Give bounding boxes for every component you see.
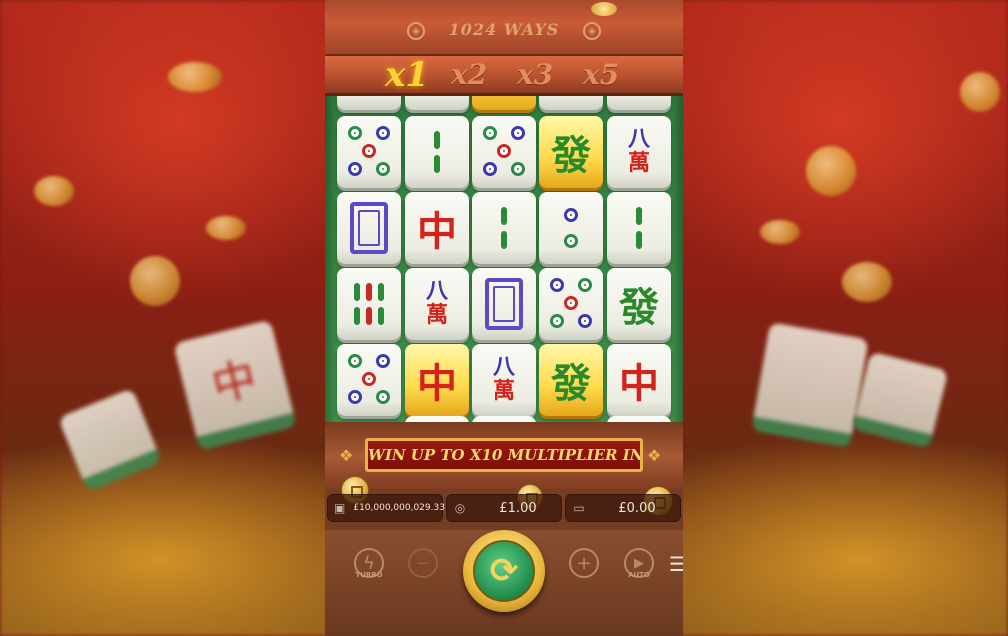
background-mahjong-tile — [751, 322, 869, 448]
win-value: £0.00 — [618, 500, 656, 516]
background-coin — [760, 220, 800, 244]
increase-bet-button[interactable]: + — [569, 548, 599, 578]
spin-button[interactable]: ⟳ — [463, 530, 545, 612]
info-row: ▣ £10,000,000,029.33 ◎ £1.00 ▭ £0.00 — [325, 494, 683, 522]
background-coin — [34, 176, 74, 206]
tile-zhong: 中 — [405, 192, 469, 264]
tile-sticks-2 — [607, 192, 671, 264]
balance-display: ▣ £10,000,000,029.33 — [327, 494, 445, 522]
plus-icon: + — [576, 552, 592, 574]
tile-fa-gold: 發 — [539, 344, 603, 416]
control-bar: ϟ TURBO − ⟳ + ▶ AUTO ☰ — [325, 530, 683, 636]
mahjong-tile — [539, 96, 603, 110]
tile-wan-8: 八萬 — [607, 116, 671, 188]
mahjong-tile — [337, 96, 401, 110]
ways-label: 1024 WAYS — [448, 20, 560, 39]
play-icon: ▶ — [634, 555, 644, 571]
background-coin — [960, 72, 1000, 112]
tile-sticks-2 — [405, 116, 469, 188]
win-icon: ▭ — [573, 501, 585, 515]
tile-white-dragon — [472, 268, 536, 340]
tile-dots-5 — [337, 116, 401, 188]
game-panel: ◈ 1024 WAYS ◈ x1 x2 x3 x5 發 八 萬 中 八 萬 發 … — [325, 0, 683, 636]
bet-display: ◎ £1.00 — [446, 494, 562, 522]
background-coin — [206, 216, 246, 240]
background-coin — [806, 146, 856, 196]
multiplier-x3: x3 — [517, 58, 554, 91]
bet-value: £1.00 — [499, 500, 537, 516]
tile-fa: 發 — [607, 268, 671, 340]
mahjong-tile — [405, 96, 469, 110]
background-coin — [130, 256, 180, 306]
multiplier-x1: x1 — [385, 55, 429, 95]
decor-coin — [591, 2, 617, 16]
ornament-icon: ◈ — [583, 22, 601, 40]
decrease-bet-button[interactable]: − — [408, 548, 438, 578]
turbo-label: TURBO — [355, 571, 383, 579]
mahjong-tile — [472, 96, 536, 110]
tile-dots-5 — [539, 268, 603, 340]
tile-wan-8: 八萬 — [472, 344, 536, 416]
multiplier-x2: x2 — [451, 58, 488, 91]
tile-sticks-2 — [472, 192, 536, 264]
tile-white-dragon — [337, 192, 401, 264]
tile-sticks-6 — [337, 268, 401, 340]
spin-arrows-icon: ⟳ — [473, 540, 535, 602]
background-coin — [842, 262, 892, 302]
tile-fa-gold: 發 — [539, 116, 603, 188]
minus-icon: − — [415, 552, 431, 574]
tile-dots-5 — [472, 116, 536, 188]
coins-icon: ◎ — [454, 501, 466, 515]
wallet-icon: ▣ — [334, 501, 346, 515]
tile-dots-5 — [337, 344, 401, 416]
banner-ornament-left: ❖ — [339, 446, 354, 465]
banner-ornament-right: ❖ — [647, 446, 662, 465]
tile-zhong: 中 — [607, 344, 671, 416]
multiplier-bar: x1 x2 x3 x5 — [325, 56, 683, 96]
tile-zhong-gold: 中 — [405, 344, 469, 416]
reel-grid: 發 八萬 中 八 萬 發 中 八 萬 發 中 — [325, 96, 683, 422]
tile-dots-2 — [539, 192, 603, 264]
header-bar: ◈ 1024 WAYS ◈ — [325, 0, 683, 56]
multiplier-x5: x5 — [583, 58, 620, 91]
balance-value: £10,000,000,029.33 — [353, 503, 445, 513]
background-coin — [168, 62, 222, 92]
promo-banner: WIN UP TO X10 MULTIPLIER IN — [365, 438, 643, 472]
win-display: ▭ £0.00 — [565, 494, 681, 522]
menu-icon[interactable]: ☰ — [669, 552, 683, 576]
mahjong-tile — [607, 96, 671, 110]
tile-wan-8: 八萬 — [405, 268, 469, 340]
auto-label: AUTO — [628, 571, 650, 579]
